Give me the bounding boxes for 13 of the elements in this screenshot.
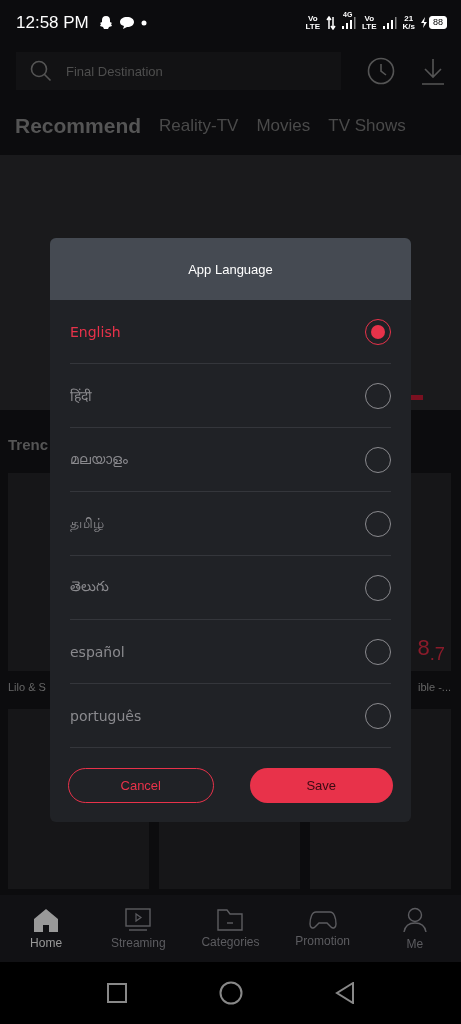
rating: 8$_{.7}$ bbox=[417, 634, 445, 665]
card-caption: ible -... bbox=[417, 681, 451, 695]
battery-level: 88 bbox=[429, 16, 447, 29]
status-label: K/s bbox=[402, 22, 415, 31]
status-label: LTE bbox=[305, 22, 320, 31]
section-title: Trenc bbox=[8, 436, 49, 453]
status-label: Vo bbox=[364, 14, 375, 23]
status-time: 12:58 PM bbox=[16, 12, 89, 33]
status-label: Vo bbox=[307, 14, 318, 23]
status-label: LTE bbox=[362, 22, 377, 31]
dialog-title: App Language bbox=[188, 261, 273, 277]
card-caption: Lilo & S bbox=[8, 681, 47, 695]
status-label: 21 bbox=[404, 14, 414, 23]
